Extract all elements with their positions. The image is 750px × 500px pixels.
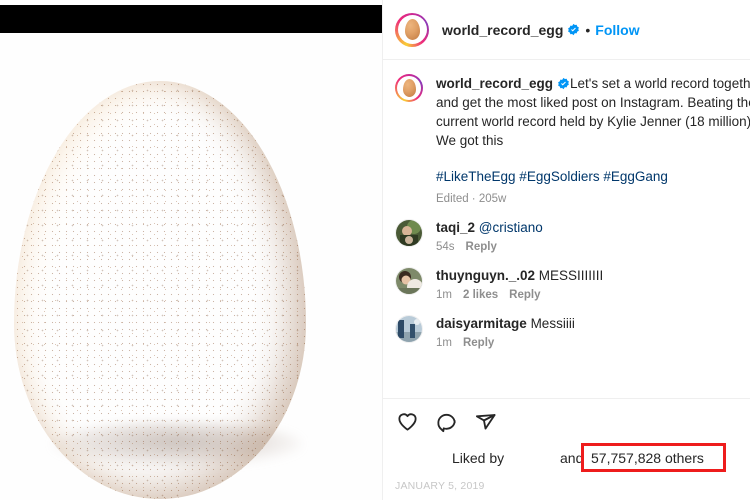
comment-bubble-icon[interactable] [434,409,458,433]
comment-item: daisyarmitage Messiiii 1m Reply [395,315,750,349]
avatar-inner [397,15,427,44]
comment-body: thuynguyn._.02 MESSIIIIIII 1m 2 likes Repl… [436,267,603,301]
comment-body: daisyarmitage Messiiii 1m Reply [436,315,575,349]
user-photo-avatar[interactable] [395,219,423,247]
like-count-highlight-box: 57,757,828 others [581,443,726,472]
caption-text-line: world_record_egg Let's set a world record… [436,74,750,150]
user-photo-avatar[interactable] [395,267,423,295]
comment-meta: 1m 2 likes Reply [436,289,603,301]
caption-meta: Edited · 205w [436,193,507,205]
comment-time: 1m [436,337,452,349]
liked-by-label: Liked by [452,450,505,466]
comment-username[interactable]: taqi_2 [436,220,475,235]
comment-text-row: daisyarmitage Messiiii [436,315,575,333]
liked-by-row: Liked by and 57,757,828 others [395,443,750,472]
caption-block: world_record_egg Let's set a world record… [383,60,750,205]
comment-body: taqi_2 @cristiano 54s Reply [436,219,543,253]
media-stage[interactable] [0,33,382,500]
egg-avatar-icon[interactable] [395,12,429,47]
comment-text-row: taqi_2 @cristiano [436,219,543,237]
comment-username[interactable]: thuynguyn._.02 [436,268,535,283]
action-icons-row [395,409,750,433]
comment-reply-button[interactable]: Reply [466,241,497,253]
comment-reply-button[interactable]: Reply [509,289,540,301]
header-username[interactable]: world_record_egg [442,22,563,38]
like-count-label[interactable]: 57,757,828 others [591,450,704,466]
caption-hashtags[interactable]: #LikeTheEgg #EggSoldiers #EggGang [436,167,750,186]
comments-list: taqi_2 @cristiano 54s Reply thuynguyn._.… [383,219,750,349]
comment-mention[interactable]: @cristiano [479,220,543,235]
post-header: world_record_egg • Follow [383,0,750,60]
caption-body: world_record_egg Let's set a world record… [436,74,750,205]
comment-reply-button[interactable]: Reply [463,337,494,349]
post-action-bar: Liked by and 57,757,828 others JANUARY 5… [383,398,750,492]
comment-text: Messiiii [530,316,575,331]
comment-likes[interactable]: 2 likes [463,289,498,301]
comment-meta: 1m Reply [436,337,575,349]
caption-egg-avatar-icon[interactable] [395,74,423,102]
liked-and-label: and [560,450,584,466]
comment-item: thuynguyn._.02 MESSIIIIIII 1m 2 likes Repl… [395,267,750,301]
egg-glyph [402,79,416,97]
verified-badge-icon [557,76,570,90]
heart-icon[interactable] [395,409,419,433]
egg-photo [14,81,306,499]
egg-speckle-texture [14,81,306,499]
follow-button[interactable]: Follow [595,22,639,38]
comment-time: 1m [436,289,452,301]
instagram-post-screenshot: world_record_egg • Follow world_record_e… [0,0,750,500]
post-media-panel[interactable] [0,0,382,500]
media-letterbox-bar [0,5,382,33]
post-detail-panel: world_record_egg • Follow world_record_e… [382,0,750,500]
comment-item: taqi_2 @cristiano 54s Reply [395,219,750,253]
post-date: JANUARY 5, 2019 [395,480,485,492]
comment-time: 54s [436,241,455,253]
verified-badge-icon [567,23,580,36]
caption-username[interactable]: world_record_egg [436,76,553,91]
comment-text-row: thuynguyn._.02 MESSIIIIIII [436,267,603,285]
comment-username[interactable]: daisyarmitage [436,316,527,331]
egg-glyph [404,19,420,40]
avatar-inner [397,76,421,100]
user-photo-avatar[interactable] [395,315,423,343]
comment-meta: 54s Reply [436,241,543,253]
header-separator: • [585,21,591,38]
comment-text: MESSIIIIIII [538,268,604,283]
share-paper-plane-icon[interactable] [473,409,497,433]
